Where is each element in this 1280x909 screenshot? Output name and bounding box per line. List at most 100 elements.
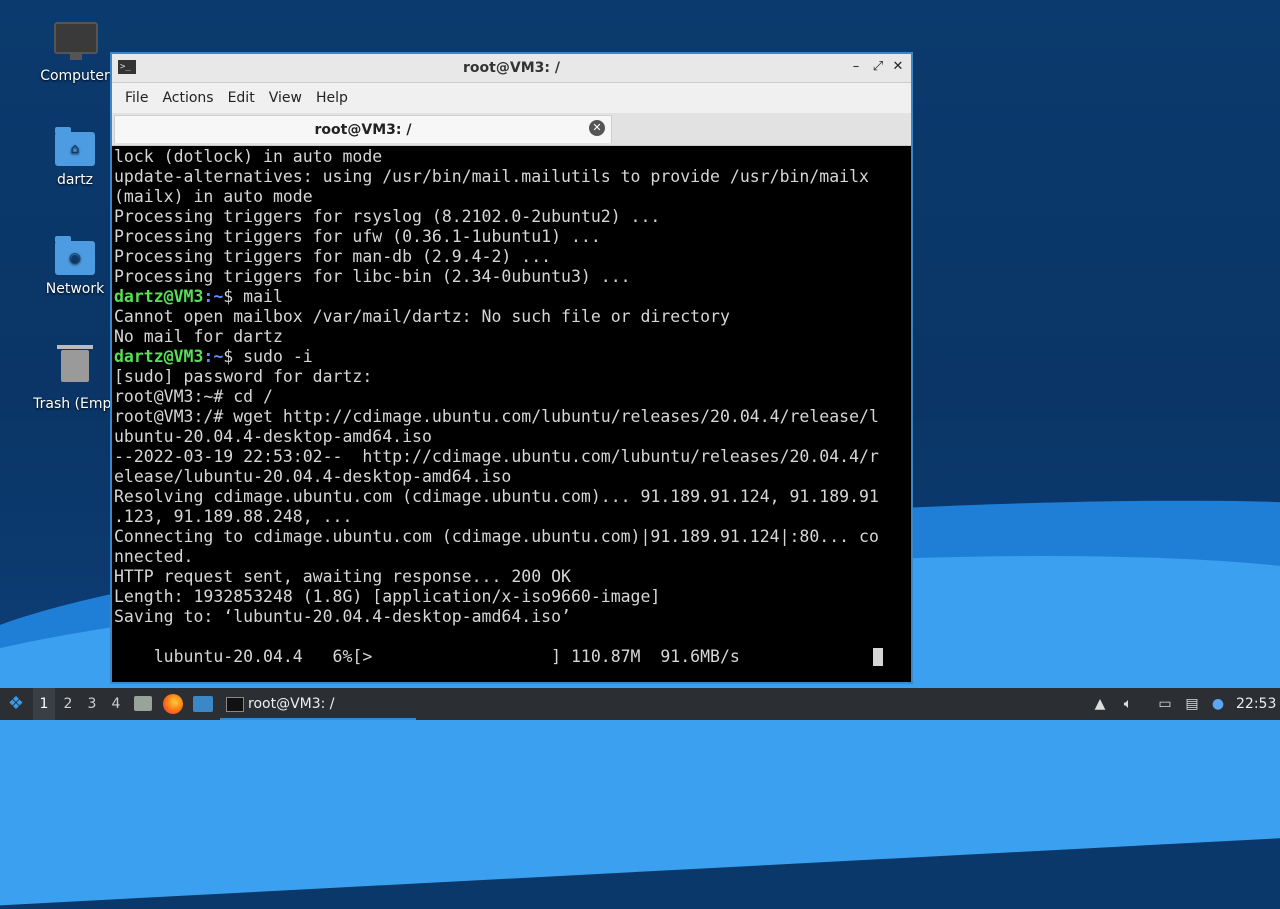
line-text: lock (dotlock) in auto mode bbox=[114, 147, 383, 166]
task-label: root@VM3: / bbox=[248, 696, 335, 712]
terminal-line: Length: 1932853248 (1.8G) [application/x… bbox=[114, 587, 909, 607]
terminal-line: No mail for dartz bbox=[114, 327, 909, 347]
line-text: nnected. bbox=[114, 547, 194, 566]
terminal-line: HTTP request sent, awaiting response... … bbox=[114, 567, 909, 587]
desktop-icon-label: Trash (Empt bbox=[33, 396, 117, 412]
workspace-4[interactable]: 4 bbox=[105, 688, 127, 720]
line-text: [sudo] password for dartz: bbox=[114, 367, 373, 386]
terminal-line: .123, 91.189.88.248, ... bbox=[114, 507, 909, 527]
line-text: Processing triggers for ufw (0.36.1-1ubu… bbox=[114, 227, 601, 246]
prompt-path: :~ bbox=[203, 347, 224, 366]
desktop-icon-network[interactable]: ◉ Network bbox=[27, 235, 123, 297]
file-manager-icon[interactable] bbox=[134, 688, 154, 720]
terminal-line: Resolving cdimage.ubuntu.com (cdimage.ub… bbox=[114, 487, 909, 507]
minimize-button[interactable]: – bbox=[847, 58, 865, 76]
line-text: --2022-03-19 22:53:02-- http://cdimage.u… bbox=[114, 447, 879, 466]
desktop-icon-home[interactable]: ⌂ dartz bbox=[27, 126, 123, 188]
line-text: Resolving cdimage.ubuntu.com (cdimage.ub… bbox=[114, 487, 879, 506]
prompt-user: dartz@VM3 bbox=[114, 347, 204, 366]
line-text: No mail for dartz bbox=[114, 327, 283, 346]
prompt-path: :~ bbox=[203, 287, 224, 306]
line-text: Connecting to cdimage.ubuntu.com (cdimag… bbox=[114, 527, 879, 546]
terminal-line: --2022-03-19 22:53:02-- http://cdimage.u… bbox=[114, 447, 909, 467]
maximize-button[interactable]: ⤢ bbox=[869, 58, 887, 76]
clipboard-icon[interactable]: ▤ bbox=[1182, 688, 1202, 720]
terminal-line: lubuntu-20.04.4 6%[> ] 110.87M 91.6MB/s bbox=[114, 647, 909, 667]
terminal-line: dartz@VM3:~$ mail bbox=[114, 287, 909, 307]
line-text: $ mail bbox=[223, 287, 283, 306]
menubar: File Actions Edit View Help bbox=[112, 83, 911, 113]
window-titlebar[interactable]: >_ root@VM3: / – ⤢ ✕ bbox=[112, 54, 911, 83]
line-text: (mailx) in auto mode bbox=[114, 187, 313, 206]
desktop-icon-label: Network bbox=[45, 281, 105, 297]
home-folder-icon: ⌂ bbox=[55, 127, 95, 166]
menu-view[interactable]: View bbox=[262, 90, 309, 106]
taskbar: ❖ 1 2 3 4 root@VM3: / ▲ 🔈︎ ▭ ▤ ● 22:53 bbox=[0, 688, 1280, 720]
terminal-line: [sudo] password for dartz: bbox=[114, 367, 909, 387]
desktop-icon-computer[interactable]: Computer bbox=[27, 18, 123, 84]
computer-icon bbox=[54, 22, 98, 60]
line-text: root@VM3:~# cd / bbox=[114, 387, 273, 406]
line-text: root@VM3:/# wget http://cdimage.ubuntu.c… bbox=[114, 407, 879, 426]
terminal-line: nnected. bbox=[114, 547, 909, 567]
menu-file[interactable]: File bbox=[118, 90, 155, 106]
line-text: Processing triggers for man-db (2.9.4-2)… bbox=[114, 247, 552, 266]
line-text: Processing triggers for libc-bin (2.34-0… bbox=[114, 267, 631, 286]
volume-icon[interactable]: 🔈︎ bbox=[1118, 688, 1138, 720]
terminal-task-icon bbox=[226, 697, 244, 712]
desktop-icon-trash[interactable]: Trash (Empt bbox=[27, 344, 123, 412]
line-text: HTTP request sent, awaiting response... … bbox=[114, 567, 571, 586]
line-text: Saving to: ‘lubuntu-20.04.4-desktop-amd6… bbox=[114, 607, 571, 626]
workspace-2[interactable]: 2 bbox=[57, 688, 79, 720]
clock[interactable]: 22:53 bbox=[1236, 688, 1276, 720]
terminal-line: root@VM3:/# wget http://cdimage.ubuntu.c… bbox=[114, 407, 909, 427]
desktop-icon-label: Computer bbox=[40, 68, 110, 84]
line-text: $ sudo -i bbox=[223, 347, 313, 366]
terminal-line: Processing triggers for libc-bin (2.34-0… bbox=[114, 267, 909, 287]
menu-edit[interactable]: Edit bbox=[221, 90, 262, 106]
menu-help[interactable]: Help bbox=[309, 90, 355, 106]
terminal-line: Processing triggers for ufw (0.36.1-1ubu… bbox=[114, 227, 909, 247]
terminal-line: lock (dotlock) in auto mode bbox=[114, 147, 909, 167]
prompt-user: dartz@VM3 bbox=[114, 287, 204, 306]
line-text: Processing triggers for rsyslog (8.2102.… bbox=[114, 207, 661, 226]
show-desktop-icon[interactable] bbox=[193, 688, 215, 720]
terminal-line: root@VM3:~# cd / bbox=[114, 387, 909, 407]
workspace-1[interactable]: 1 bbox=[33, 688, 55, 720]
line-text: ubuntu-20.04.4-desktop-amd64.iso bbox=[114, 427, 432, 446]
menu-actions[interactable]: Actions bbox=[155, 90, 220, 106]
line-text: Length: 1932853248 (1.8G) [application/x… bbox=[114, 587, 661, 606]
desktop-icon-label: dartz bbox=[56, 172, 94, 188]
terminal-cursor bbox=[873, 648, 883, 666]
tab-close-icon[interactable]: ✕ bbox=[589, 120, 605, 136]
terminal-output[interactable]: lock (dotlock) in auto mode update-altern… bbox=[114, 147, 909, 680]
workspace-3[interactable]: 3 bbox=[81, 688, 103, 720]
trash-icon bbox=[57, 345, 93, 382]
tab-label: root@VM3: / bbox=[314, 122, 412, 138]
terminal-line: ubuntu-20.04.4-desktop-amd64.iso bbox=[114, 427, 909, 447]
line-text: lubuntu-20.04.4 6%[> ] 110.87M 91.6MB/s bbox=[114, 647, 740, 666]
tray-arrow-icon[interactable]: ▲ bbox=[1090, 688, 1110, 720]
terminal-line: dartz@VM3:~$ sudo -i bbox=[114, 347, 909, 367]
network-folder-icon: ◉ bbox=[55, 236, 95, 275]
line-text: Cannot open mailbox /var/mail/dartz: No … bbox=[114, 307, 730, 326]
terminal-line: Saving to: ‘lubuntu-20.04.4-desktop-amd6… bbox=[114, 607, 909, 627]
terminal-line: Connecting to cdimage.ubuntu.com (cdimag… bbox=[114, 527, 909, 547]
taskbar-task-terminal[interactable]: root@VM3: / bbox=[220, 688, 416, 720]
firefox-icon[interactable] bbox=[163, 688, 185, 720]
network-tray-icon[interactable]: ▭ bbox=[1155, 688, 1175, 720]
line-text: elease/lubuntu-20.04.4-desktop-amd64.iso bbox=[114, 467, 512, 486]
terminal-line: Processing triggers for man-db (2.9.4-2)… bbox=[114, 247, 909, 267]
tab-terminal[interactable]: root@VM3: / ✕ bbox=[114, 115, 612, 143]
terminal-window: >_ root@VM3: / – ⤢ ✕ File Actions Edit V… bbox=[110, 52, 913, 684]
terminal-line: (mailx) in auto mode bbox=[114, 187, 909, 207]
start-menu-icon[interactable]: ❖ bbox=[4, 688, 28, 720]
window-title: root@VM3: / bbox=[463, 60, 560, 76]
terminal-line: update-alternatives: using /usr/bin/mail… bbox=[114, 167, 909, 187]
update-notifier-icon[interactable]: ● bbox=[1208, 688, 1228, 720]
close-button[interactable]: ✕ bbox=[889, 58, 907, 76]
line-text: update-alternatives: using /usr/bin/mail… bbox=[114, 167, 869, 186]
tab-bar: root@VM3: / ✕ bbox=[112, 113, 911, 146]
terminal-line: Cannot open mailbox /var/mail/dartz: No … bbox=[114, 307, 909, 327]
